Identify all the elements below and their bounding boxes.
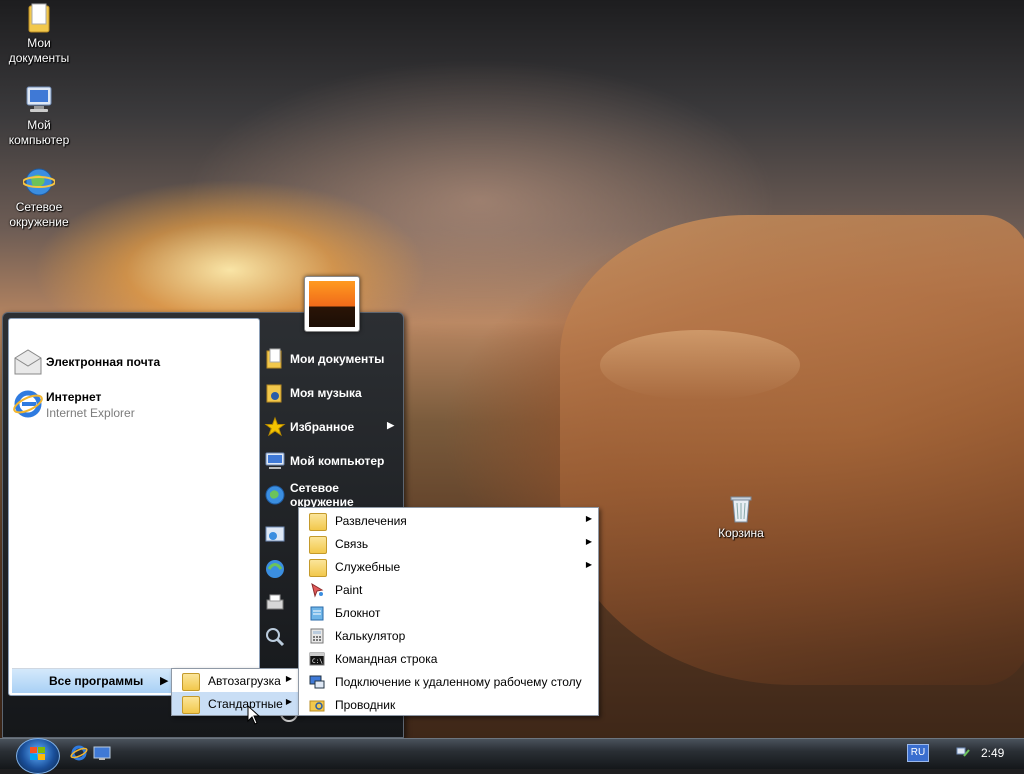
chevron-right-icon: ▶ <box>160 675 169 687</box>
email-icon <box>14 349 42 375</box>
mouse-cursor-icon <box>247 705 261 725</box>
desktop-icon-label: Мой компьютер <box>8 118 70 147</box>
start-item-favorites[interactable]: Избранное ▶ <box>262 412 400 442</box>
accessories-submenu: Развлечения ▶ Связь ▶ Служебные ▶ Paint … <box>298 507 599 716</box>
computer-icon <box>26 86 52 112</box>
menu-item-command-prompt[interactable]: C:\ Командная строка <box>299 647 598 670</box>
menu-item-label: Служебные <box>335 560 401 574</box>
user-avatar[interactable] <box>304 276 360 332</box>
menu-item-label: Блокнот <box>335 606 381 620</box>
printer-icon <box>266 594 284 610</box>
pinned-title: Интернет <box>46 390 102 404</box>
menu-item-label: Подключение к удаленному рабочему столу <box>335 675 582 689</box>
menu-item-communications[interactable]: Связь ▶ <box>299 532 598 555</box>
menu-item-explorer[interactable]: Проводник <box>299 693 598 716</box>
desktop-icon-label: Сетевое окружение <box>9 200 69 229</box>
chevron-right-icon: ▶ <box>285 697 292 706</box>
start-item-label: Избранное <box>290 420 355 434</box>
wallpaper-rock-highlight <box>600 330 800 400</box>
start-item-label: Мой компьютер <box>290 454 385 468</box>
documents-icon <box>266 348 282 369</box>
menu-item-startup[interactable]: Автозагрузка ▶ <box>172 669 298 692</box>
favorites-star-icon <box>264 416 286 437</box>
menu-item-system-tools[interactable]: Служебные ▶ <box>299 555 598 578</box>
menu-item-label: Paint <box>335 583 363 597</box>
menu-item-label: Автозагрузка <box>208 674 281 688</box>
start-button[interactable] <box>16 738 60 774</box>
desktop-icon-label: Мои документы <box>8 36 70 65</box>
network-tray-icon[interactable] <box>955 744 971 760</box>
music-icon <box>266 384 282 403</box>
pinned-title: Электронная почта <box>46 355 161 369</box>
menu-item-label: Проводник <box>335 698 396 712</box>
start-item-label: Мои документы <box>290 352 385 366</box>
recycle-bin-icon <box>730 496 752 523</box>
desktop-icon-my-documents[interactable]: Мои документы <box>0 2 78 66</box>
explorer-icon <box>309 700 325 712</box>
start-item-label: Моя музыка <box>290 386 362 400</box>
programs-submenu: Автозагрузка ▶ Стандартные ▶ <box>171 668 299 716</box>
paint-icon <box>311 582 324 598</box>
search-icon <box>266 628 285 647</box>
start-item-my-documents[interactable]: Мои документы <box>262 344 400 374</box>
menu-item-games[interactable]: Развлечения ▶ <box>299 509 598 532</box>
network-globe-icon <box>23 168 55 196</box>
language-indicator[interactable]: RU <box>907 744 929 762</box>
computer-icon <box>265 452 285 469</box>
folder-documents-icon <box>28 3 50 33</box>
menu-item-remote-desktop[interactable]: Подключение к удаленному рабочему столу <box>299 670 598 693</box>
chevron-right-icon: ▶ <box>285 674 292 683</box>
menu-item-label: Командная строка <box>335 652 438 666</box>
network-globe-icon <box>265 485 285 505</box>
windows-logo-icon <box>30 747 45 760</box>
chevron-right-icon: ▶ <box>585 537 592 546</box>
internet-explorer-icon <box>13 390 43 418</box>
pinned-email[interactable]: Электронная почта <box>10 344 240 382</box>
chevron-right-icon: ▶ <box>387 420 394 430</box>
svg-text:C:\: C:\ <box>312 658 323 665</box>
folder-icon <box>309 536 327 554</box>
menu-item-label: Связь <box>335 537 369 551</box>
remote-desktop-icon <box>309 675 325 689</box>
taskbar <box>0 738 1024 769</box>
menu-item-label: Стандартные <box>208 697 283 711</box>
all-programs-label: Все программы <box>49 674 144 688</box>
system-clock[interactable]: 2:49 <box>981 746 1004 760</box>
menu-item-accessories[interactable]: Стандартные ▶ <box>172 692 298 715</box>
desktop-icon-my-computer[interactable]: Мой компьютер <box>0 84 78 148</box>
menu-item-calculator[interactable]: Калькулятор <box>299 624 598 647</box>
folder-icon <box>182 673 200 691</box>
command-prompt-icon: C:\ <box>309 652 325 666</box>
desktop-icon-recycle-bin[interactable]: Корзина <box>702 492 780 541</box>
start-item-my-computer[interactable]: Мой компьютер <box>262 446 400 476</box>
pinned-subtitle: Internet Explorer <box>46 406 135 420</box>
chevron-right-icon: ▶ <box>585 560 592 569</box>
pinned-internet[interactable]: Интернет Internet Explorer <box>10 386 240 424</box>
menu-item-label: Калькулятор <box>335 629 406 643</box>
folder-icon <box>309 559 327 577</box>
menu-item-notepad[interactable]: Блокнот <box>299 601 598 624</box>
quicklaunch-show-desktop-icon[interactable] <box>93 745 111 761</box>
start-item-network[interactable]: Сетевое окружение <box>262 480 400 510</box>
wallpaper-rock <box>560 215 1024 685</box>
folder-icon <box>182 696 200 714</box>
menu-item-label: Развлечения <box>335 514 407 528</box>
desktop-icon-label: Корзина <box>718 526 764 540</box>
start-item-my-music[interactable]: Моя музыка <box>262 378 400 408</box>
menu-item-paint[interactable]: Paint <box>299 578 598 601</box>
start-item-label: Сетевое окружение <box>290 481 354 509</box>
control-panel-icon <box>265 526 285 542</box>
calculator-icon <box>310 628 324 644</box>
chevron-right-icon: ▶ <box>585 514 592 523</box>
quicklaunch-internet-explorer-icon[interactable] <box>70 744 88 762</box>
desktop-icon-network[interactable]: Сетевое окружение <box>0 166 78 230</box>
folder-icon <box>309 513 327 531</box>
globe-icon <box>266 560 284 578</box>
notepad-icon <box>310 606 324 621</box>
